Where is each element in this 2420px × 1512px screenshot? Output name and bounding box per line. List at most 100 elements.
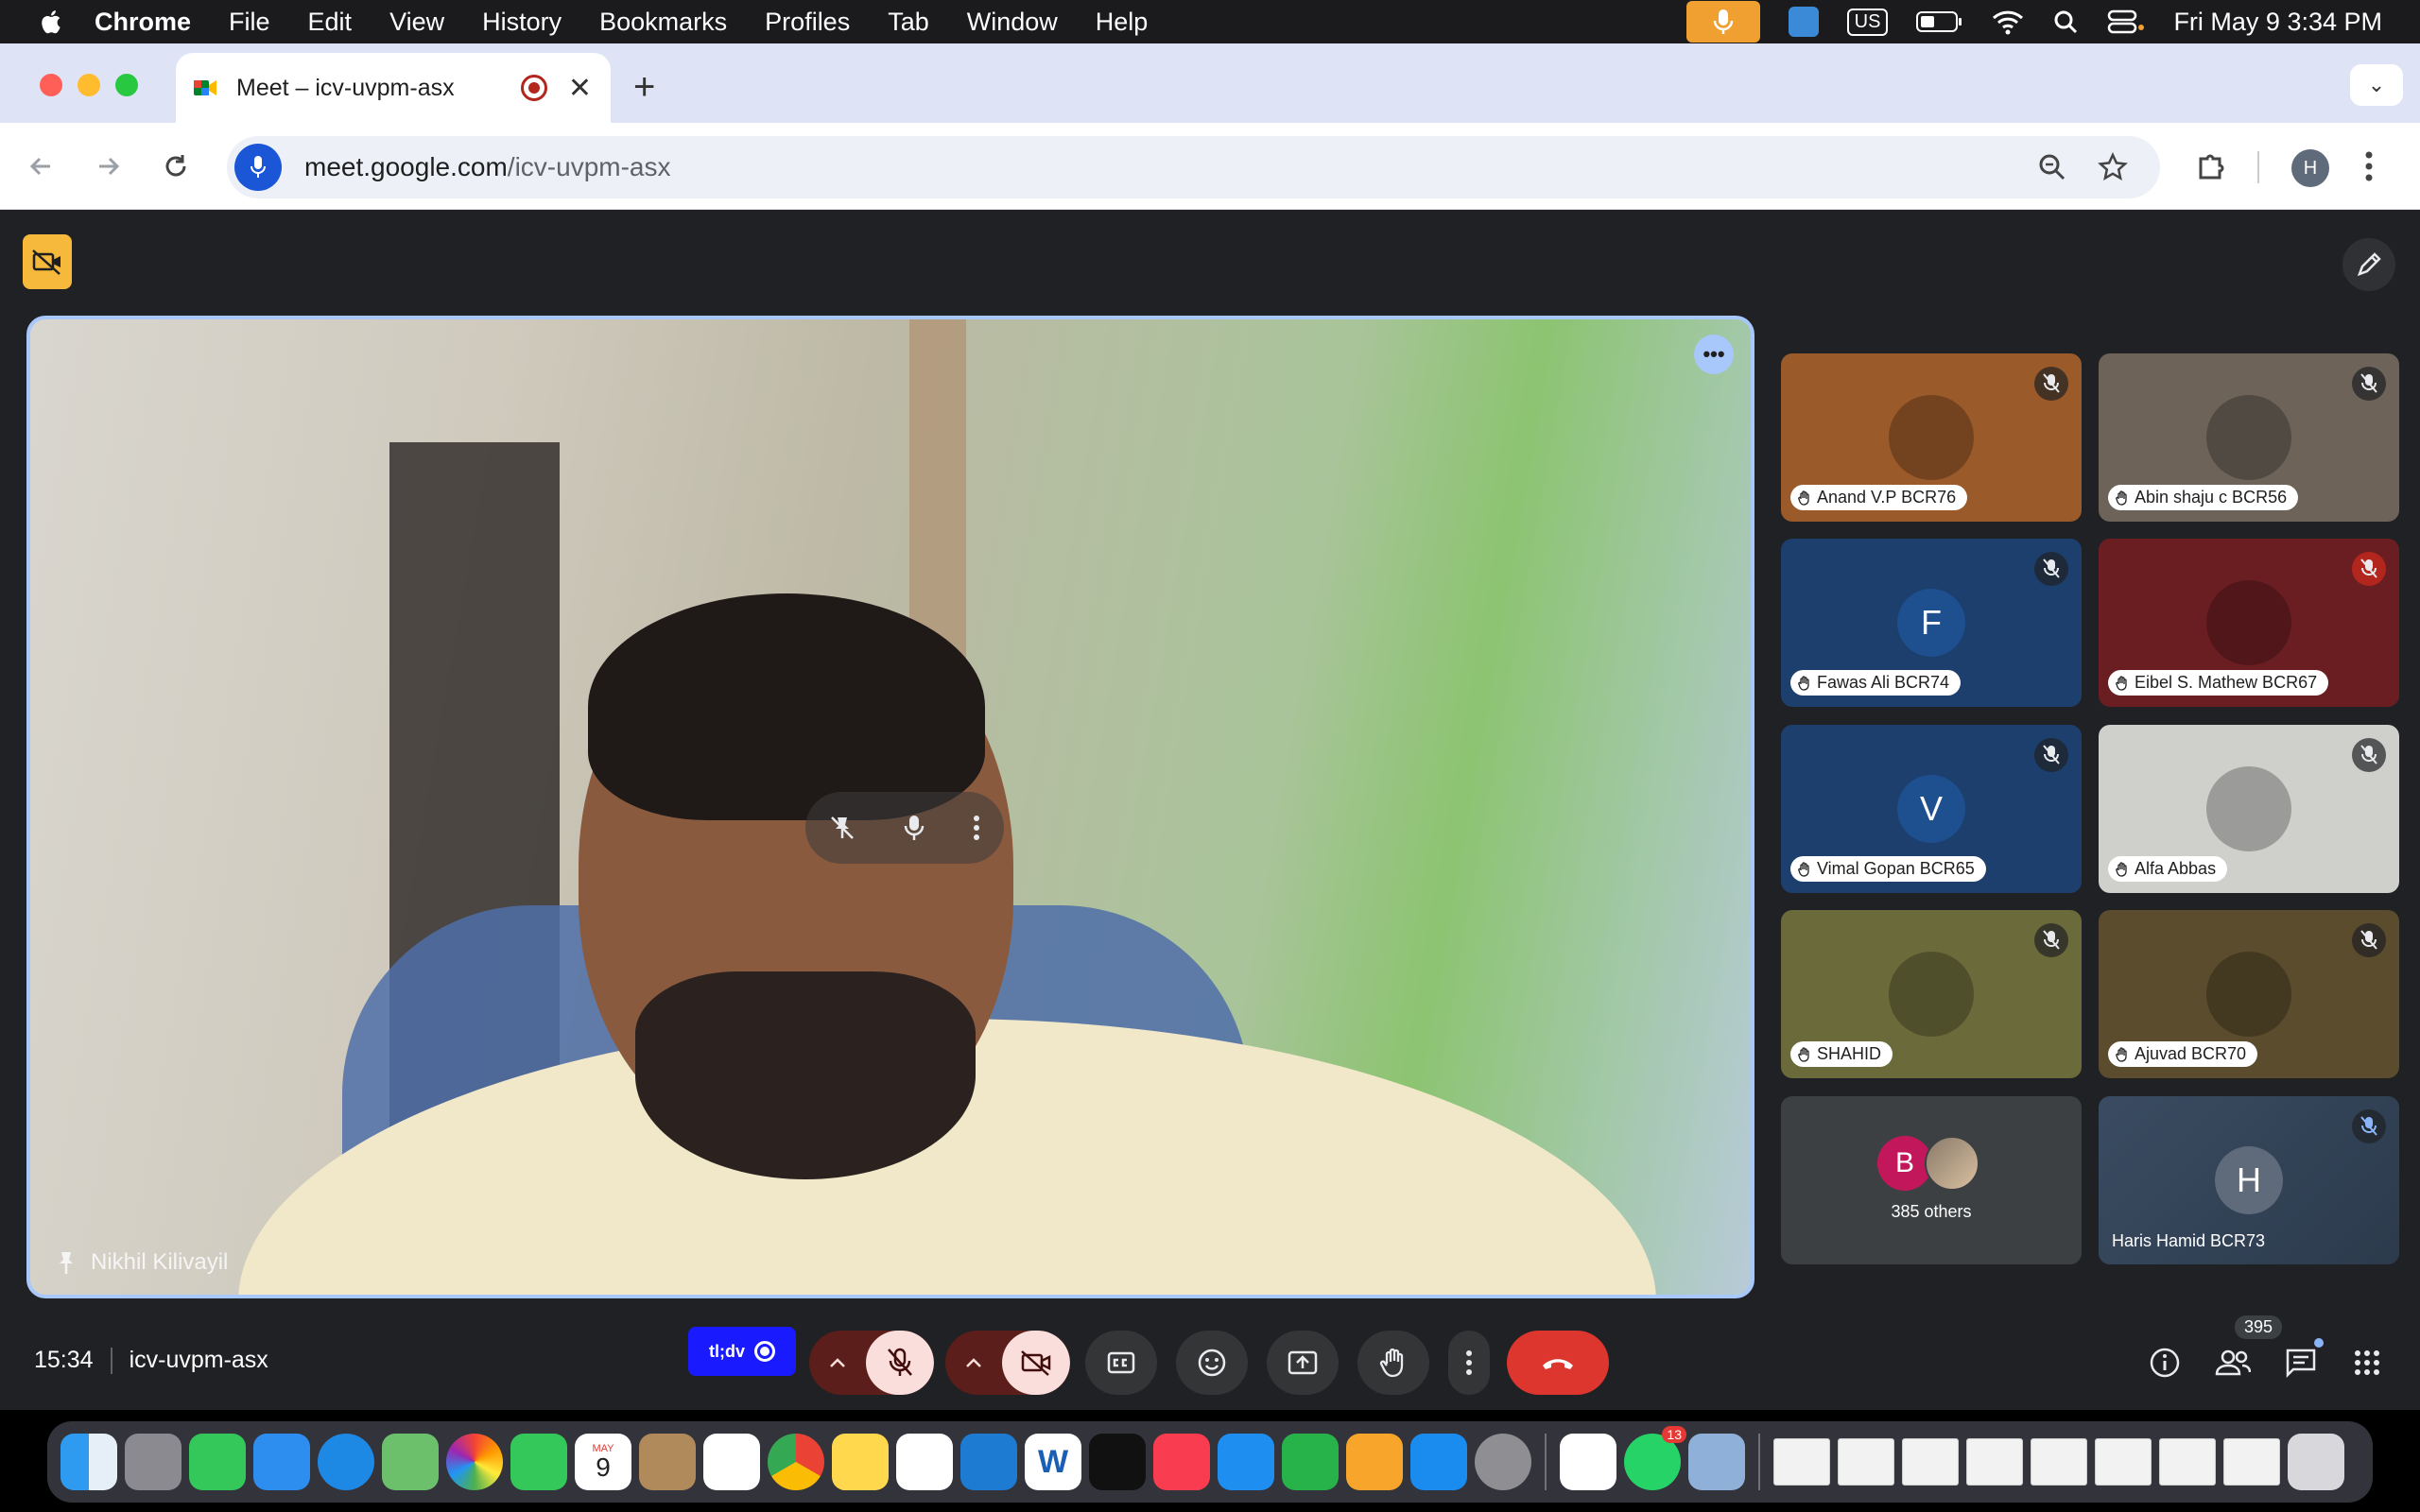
preview-icon[interactable] bbox=[1688, 1434, 1745, 1490]
tab-close-icon[interactable]: ✕ bbox=[568, 72, 592, 105]
camera-toggle-button[interactable] bbox=[1002, 1331, 1070, 1395]
reminders-icon[interactable] bbox=[703, 1434, 760, 1490]
more-options-button[interactable] bbox=[1448, 1331, 1490, 1395]
maps-icon[interactable] bbox=[382, 1434, 439, 1490]
dock-document-thumbnail[interactable] bbox=[1966, 1438, 2023, 1486]
photos-icon[interactable] bbox=[446, 1434, 503, 1490]
microphone-icon[interactable] bbox=[902, 814, 926, 842]
forward-button[interactable] bbox=[85, 144, 130, 189]
more-vertical-icon[interactable] bbox=[972, 814, 981, 842]
menubar-clock[interactable]: Fri May 9 3:34 PM bbox=[2173, 8, 2382, 37]
address-bar[interactable]: meet.google.com/icv-uvpm-asx bbox=[227, 136, 2160, 198]
word-icon[interactable]: W bbox=[1025, 1434, 1081, 1490]
window-zoom-button[interactable] bbox=[115, 74, 138, 96]
menu-file[interactable]: File bbox=[229, 8, 270, 37]
participant-tile[interactable]: F Fawas Ali BCR74 bbox=[1781, 539, 2082, 707]
dock-document-thumbnail[interactable] bbox=[2159, 1438, 2216, 1486]
mail-icon[interactable] bbox=[253, 1434, 310, 1490]
input-source-indicator[interactable]: US bbox=[1846, 8, 1889, 36]
app-menu-chrome[interactable]: Chrome bbox=[95, 8, 191, 37]
vscode-icon[interactable] bbox=[960, 1434, 1017, 1490]
window-minimize-button[interactable] bbox=[78, 74, 100, 96]
dock-document-thumbnail[interactable] bbox=[1902, 1438, 1959, 1486]
music-icon[interactable] bbox=[1153, 1434, 1210, 1490]
zoom-icon[interactable] bbox=[2037, 152, 2067, 182]
participant-tile[interactable]: Eibel S. Mathew BCR67 bbox=[2099, 539, 2399, 707]
leave-call-button[interactable] bbox=[1507, 1331, 1609, 1395]
dock-document-thumbnail[interactable] bbox=[2223, 1438, 2280, 1486]
menu-bookmarks[interactable]: Bookmarks bbox=[599, 8, 727, 37]
spotlight-search-icon[interactable] bbox=[2052, 9, 2079, 35]
mic-toggle-button[interactable] bbox=[866, 1331, 934, 1395]
new-tab-icon[interactable]: + bbox=[633, 66, 655, 109]
reactions-button[interactable] bbox=[1176, 1331, 1248, 1395]
app-store-icon[interactable] bbox=[1410, 1434, 1467, 1490]
messages-icon[interactable] bbox=[189, 1434, 246, 1490]
finder-icon[interactable] bbox=[60, 1434, 117, 1490]
annotate-button[interactable] bbox=[2342, 238, 2395, 291]
mic-in-use-indicator[interactable] bbox=[1685, 1, 1760, 43]
video-options-chevron-icon[interactable] bbox=[945, 1356, 1002, 1369]
contacts-icon[interactable] bbox=[639, 1434, 696, 1490]
menu-edit[interactable]: Edit bbox=[308, 8, 353, 37]
menu-help[interactable]: Help bbox=[1096, 8, 1149, 37]
people-button[interactable] bbox=[2208, 1338, 2257, 1387]
meeting-details-button[interactable] bbox=[2140, 1338, 2189, 1387]
bookmark-star-icon[interactable] bbox=[2098, 152, 2128, 182]
apple-tv-icon[interactable] bbox=[1089, 1434, 1146, 1490]
trash-icon[interactable] bbox=[2288, 1434, 2344, 1490]
main-speaker-tile[interactable]: ••• Nikhil Kilivayil bbox=[26, 316, 1754, 1298]
menu-history[interactable]: History bbox=[482, 8, 562, 37]
menu-window[interactable]: Window bbox=[967, 8, 1058, 37]
whatsapp-icon[interactable]: 13 bbox=[1624, 1426, 1686, 1490]
apple-menu-icon[interactable] bbox=[38, 8, 66, 36]
dock-document-thumbnail[interactable] bbox=[1773, 1438, 1830, 1486]
raise-hand-button[interactable] bbox=[1357, 1331, 1429, 1395]
back-button[interactable] bbox=[19, 144, 64, 189]
dock-document-thumbnail[interactable] bbox=[1838, 1438, 1894, 1486]
chrome-icon[interactable] bbox=[768, 1434, 824, 1490]
profile-avatar[interactable]: H bbox=[2291, 149, 2329, 187]
voice-search-button[interactable] bbox=[234, 144, 282, 191]
wifi-icon[interactable] bbox=[1992, 9, 2024, 35]
status-app-icon[interactable] bbox=[1788, 7, 1819, 37]
camera-off-badge[interactable] bbox=[23, 234, 72, 289]
participant-tile[interactable]: Anand V.P BCR76 bbox=[1781, 353, 2082, 522]
tab-search-chevron-icon[interactable]: ⌄ bbox=[2350, 64, 2403, 106]
tile-more-options-button[interactable]: ••• bbox=[1694, 335, 1734, 374]
numbers-icon[interactable] bbox=[1282, 1434, 1339, 1490]
calendar-icon[interactable]: MAY 9 bbox=[575, 1434, 631, 1490]
facetime-icon[interactable] bbox=[510, 1434, 567, 1490]
dock-document-thumbnail[interactable] bbox=[2095, 1438, 2152, 1486]
menu-tab[interactable]: Tab bbox=[888, 8, 929, 37]
dock-document-thumbnail[interactable] bbox=[2031, 1438, 2087, 1486]
window-close-button[interactable] bbox=[40, 74, 62, 96]
participant-tile[interactable]: Ajuvad BCR70 bbox=[2099, 910, 2399, 1078]
participant-tile[interactable]: Alfa Abbas bbox=[2099, 725, 2399, 893]
pages-icon[interactable] bbox=[1346, 1434, 1403, 1490]
participant-tile[interactable]: SHAHID bbox=[1781, 910, 2082, 1078]
chat-button[interactable] bbox=[2276, 1338, 2325, 1387]
others-tile[interactable]: B 385 others bbox=[1781, 1096, 2082, 1264]
control-center-icon[interactable] bbox=[2107, 9, 2145, 35]
battery-icon[interactable] bbox=[1916, 9, 1963, 34]
menu-view[interactable]: View bbox=[389, 8, 444, 37]
launchpad-icon[interactable] bbox=[125, 1434, 182, 1490]
participant-tile-haris[interactable]: H Haris Hamid BCR73 bbox=[2099, 1096, 2399, 1264]
chrome-menu-icon[interactable] bbox=[2363, 149, 2375, 183]
menu-profiles[interactable]: Profiles bbox=[765, 8, 850, 37]
activities-button[interactable] bbox=[2342, 1338, 2392, 1387]
present-screen-button[interactable] bbox=[1267, 1331, 1339, 1395]
system-settings-icon[interactable] bbox=[1475, 1434, 1531, 1490]
audio-options-chevron-icon[interactable] bbox=[809, 1356, 866, 1369]
freeform-icon[interactable] bbox=[896, 1434, 953, 1490]
browser-tab-meet[interactable]: Meet – icv-uvpm-asx ✕ bbox=[176, 53, 611, 123]
extensions-icon[interactable] bbox=[2193, 149, 2227, 183]
reload-button[interactable] bbox=[153, 144, 199, 189]
participant-tile[interactable]: Abin shaju c BCR56 bbox=[2099, 353, 2399, 522]
notes-icon[interactable] bbox=[832, 1434, 889, 1490]
captions-button[interactable] bbox=[1085, 1331, 1157, 1395]
participant-tile[interactable]: V Vimal Gopan BCR65 bbox=[1781, 725, 2082, 893]
mongodb-icon[interactable] bbox=[1560, 1434, 1616, 1490]
unpin-icon[interactable] bbox=[828, 814, 856, 842]
